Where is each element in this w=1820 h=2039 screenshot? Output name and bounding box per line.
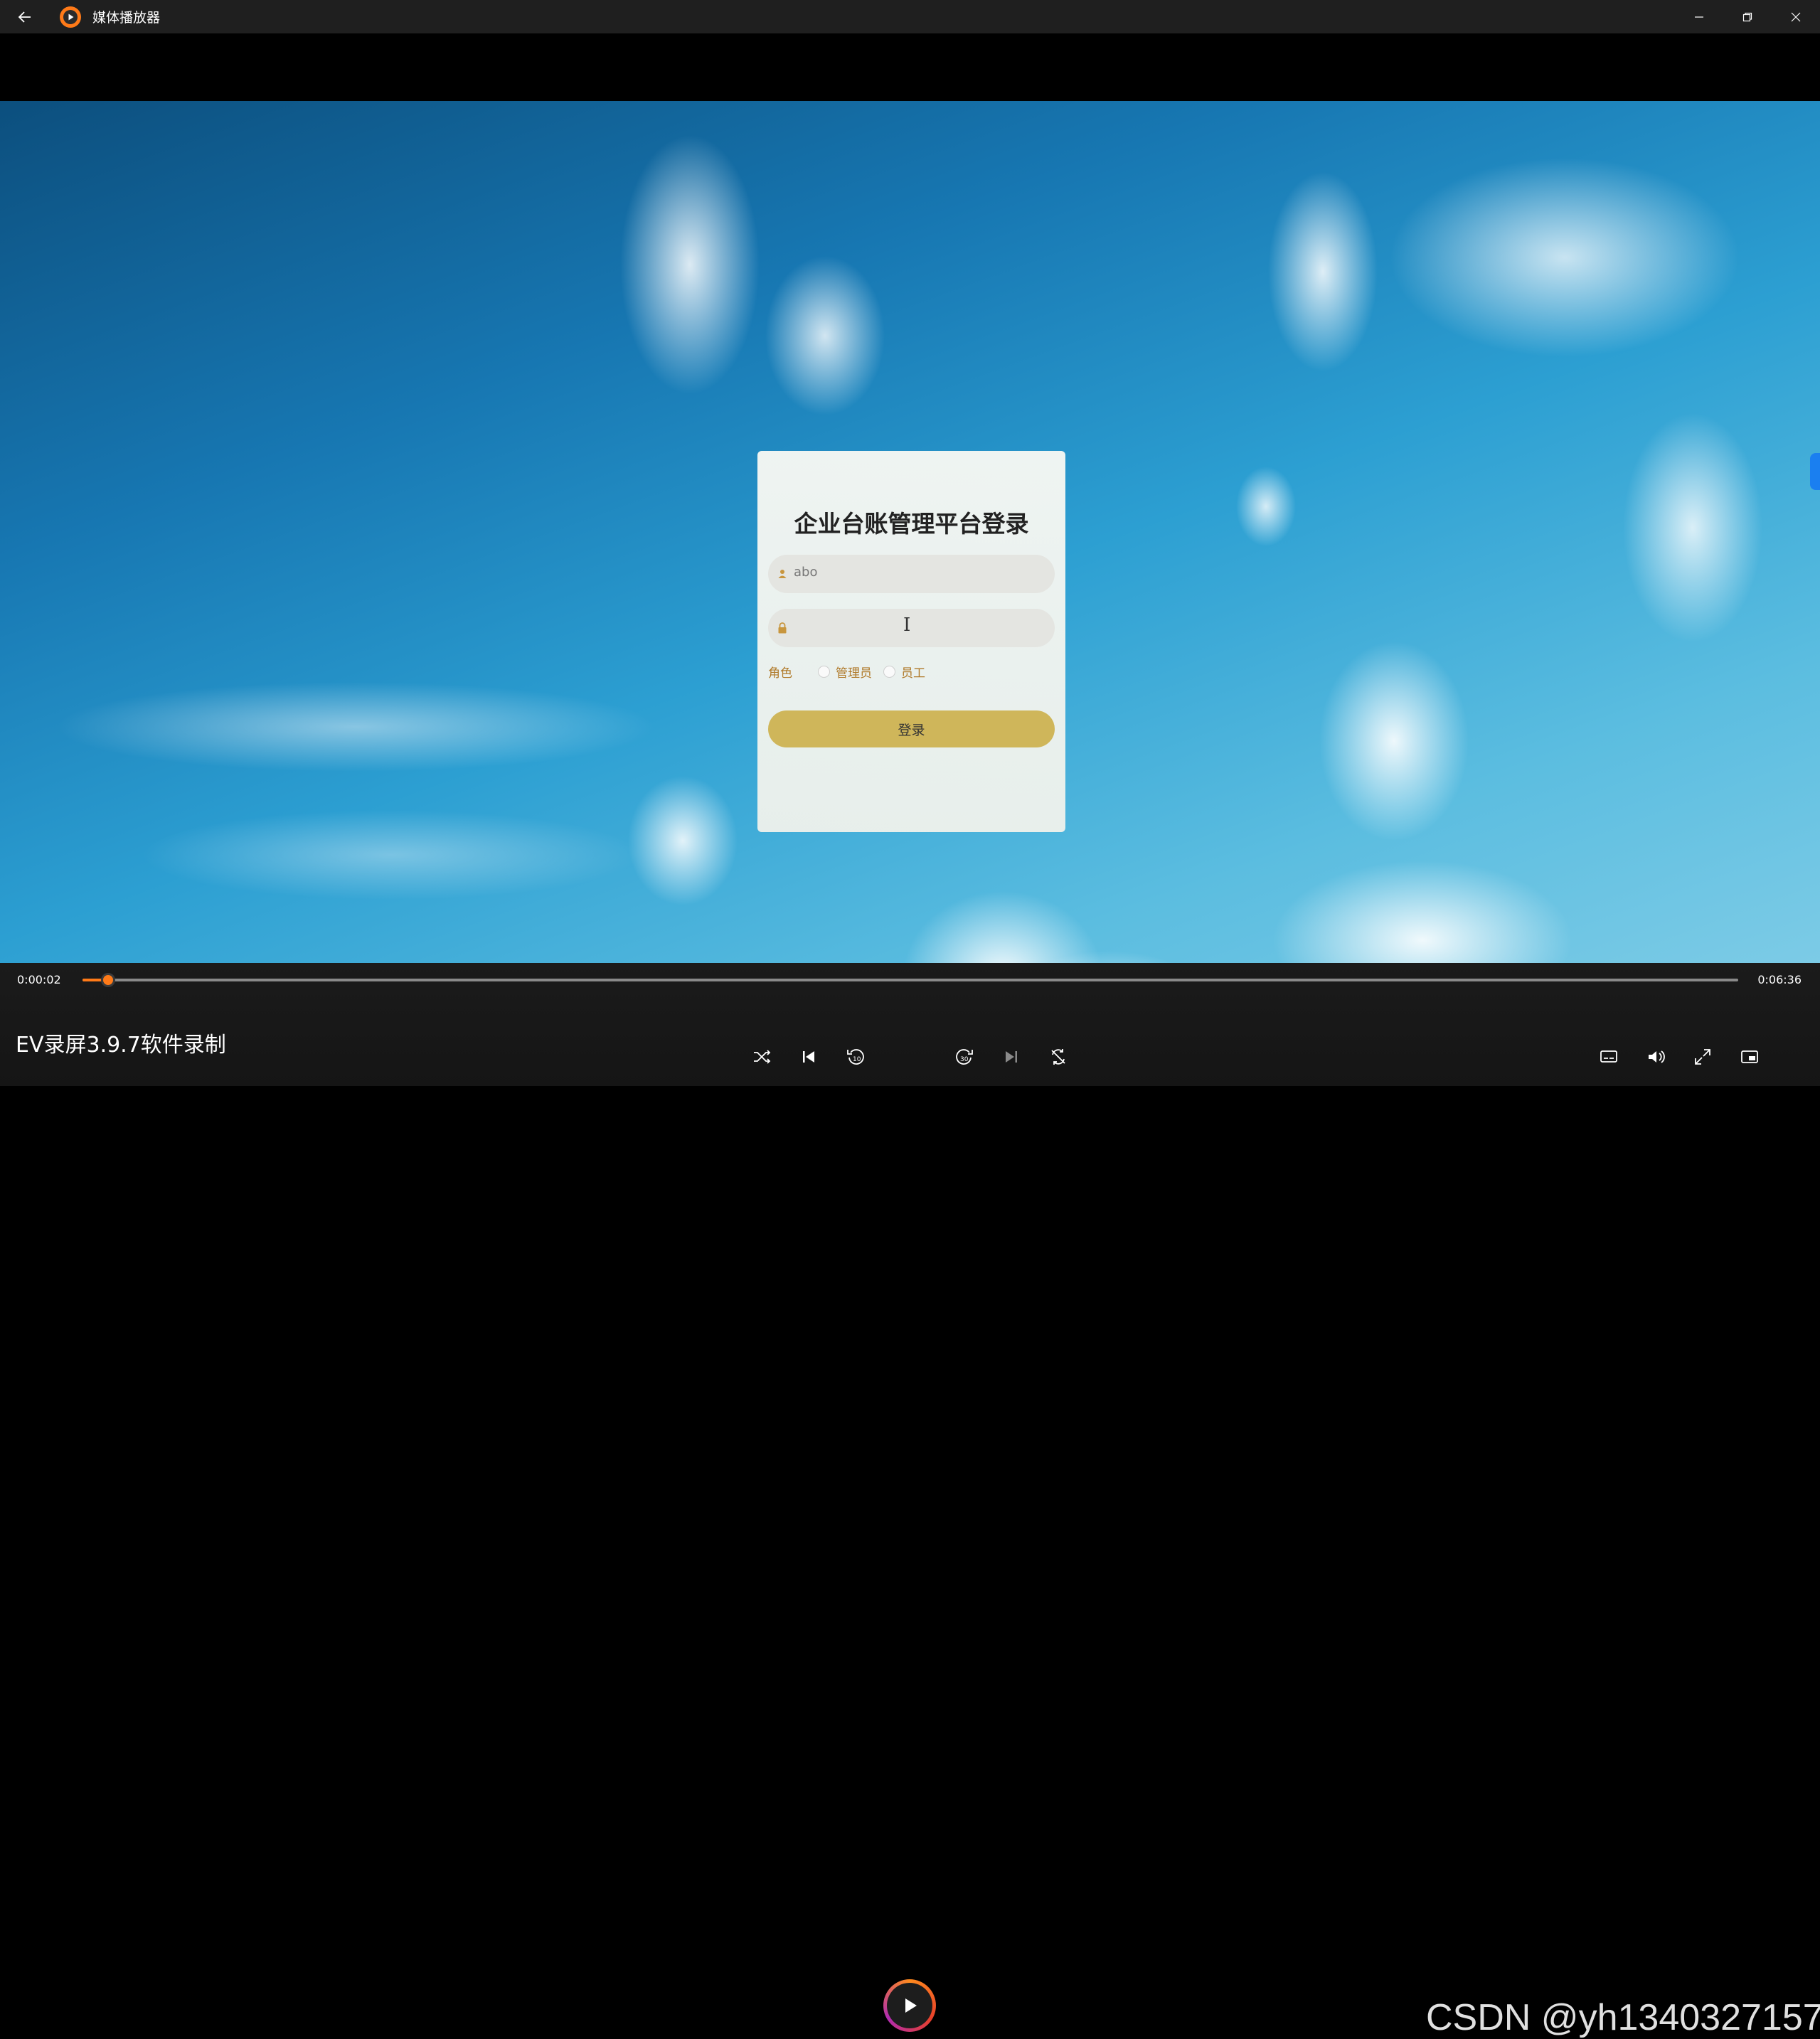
repeat-icon bbox=[1051, 1049, 1065, 1065]
play-button[interactable] bbox=[883, 1979, 936, 2032]
volume-icon bbox=[1649, 1050, 1665, 1063]
previous-icon bbox=[803, 1051, 814, 1063]
back-button[interactable] bbox=[0, 0, 50, 33]
text-cursor-icon: I bbox=[903, 614, 911, 636]
restore-button[interactable] bbox=[1723, 0, 1772, 33]
role-option-employee[interactable]: 员工 bbox=[901, 663, 925, 681]
window-controls bbox=[1675, 0, 1820, 33]
role-selector: 角色 管理员 员工 bbox=[768, 663, 937, 681]
role-radio-employee[interactable] bbox=[883, 665, 895, 678]
minimize-icon bbox=[1695, 16, 1703, 18]
arrow-left-icon bbox=[18, 11, 31, 23]
password-field[interactable]: I bbox=[768, 609, 1055, 647]
subtitles-icon bbox=[1600, 1050, 1617, 1063]
video-letterbox bbox=[0, 33, 1820, 101]
forward-30-button[interactable]: 30 bbox=[950, 1043, 979, 1071]
window-title: 媒体播放器 bbox=[92, 10, 161, 26]
user-icon bbox=[778, 570, 787, 578]
previous-button[interactable] bbox=[794, 1043, 823, 1071]
seek-bar[interactable] bbox=[83, 973, 1738, 987]
title-bar: 媒体播放器 bbox=[0, 0, 1820, 33]
username-value: abo bbox=[794, 565, 818, 580]
play-button-inner bbox=[887, 1983, 932, 2028]
login-title: 企业台账管理平台登录 bbox=[794, 510, 1029, 538]
lock-icon bbox=[778, 622, 787, 634]
current-time: 0:00:02 bbox=[17, 973, 61, 986]
play-icon bbox=[905, 1998, 917, 2013]
role-radio-admin[interactable] bbox=[818, 665, 830, 678]
subtitles-button[interactable] bbox=[1595, 1043, 1623, 1071]
video-frame[interactable]: 企业台账管理平台登录 abo I 角色 管理员 员工 登录 bbox=[0, 101, 1820, 963]
media-title: EV录屏3.9.7软件录制 bbox=[16, 1033, 226, 1058]
svg-text:30: 30 bbox=[960, 1056, 969, 1063]
close-icon bbox=[1791, 12, 1801, 21]
mini-player-icon bbox=[1741, 1050, 1758, 1063]
role-option-admin[interactable]: 管理员 bbox=[836, 663, 872, 681]
watermark-text: CSDN @yh1340327157 bbox=[1426, 1997, 1820, 2038]
volume-button[interactable] bbox=[1641, 1043, 1670, 1071]
rewind-10-icon: 10 bbox=[847, 1049, 864, 1065]
player-controls: 0:00:02 0:06:36 EV录屏3.9.7软件录制 10 30 CSDN… bbox=[0, 963, 1820, 2038]
login-button[interactable]: 登录 bbox=[768, 710, 1055, 747]
next-icon bbox=[1006, 1051, 1017, 1063]
fullscreen-icon bbox=[1695, 1049, 1710, 1065]
mini-player-button[interactable] bbox=[1735, 1043, 1764, 1071]
next-button[interactable] bbox=[997, 1043, 1026, 1071]
forward-30-icon: 30 bbox=[956, 1049, 973, 1065]
login-card: 企业台账管理平台登录 abo I 角色 管理员 员工 登录 bbox=[757, 451, 1065, 832]
close-button[interactable] bbox=[1772, 0, 1820, 33]
minimize-button[interactable] bbox=[1675, 0, 1723, 33]
username-field[interactable]: abo bbox=[768, 555, 1055, 593]
role-label: 角色 bbox=[768, 666, 792, 681]
svg-text:10: 10 bbox=[853, 1056, 861, 1063]
media-player-logo-icon bbox=[60, 6, 81, 28]
rewind-10-button[interactable]: 10 bbox=[841, 1043, 870, 1071]
side-edge-tab[interactable] bbox=[1810, 453, 1820, 490]
seek-thumb[interactable] bbox=[101, 973, 115, 987]
fullscreen-button[interactable] bbox=[1688, 1043, 1717, 1071]
shuffle-button[interactable] bbox=[747, 1043, 776, 1071]
restore-icon bbox=[1742, 12, 1752, 21]
repeat-button[interactable] bbox=[1044, 1043, 1073, 1071]
shuffle-icon bbox=[754, 1050, 771, 1064]
total-time: 0:06:36 bbox=[1757, 973, 1802, 986]
